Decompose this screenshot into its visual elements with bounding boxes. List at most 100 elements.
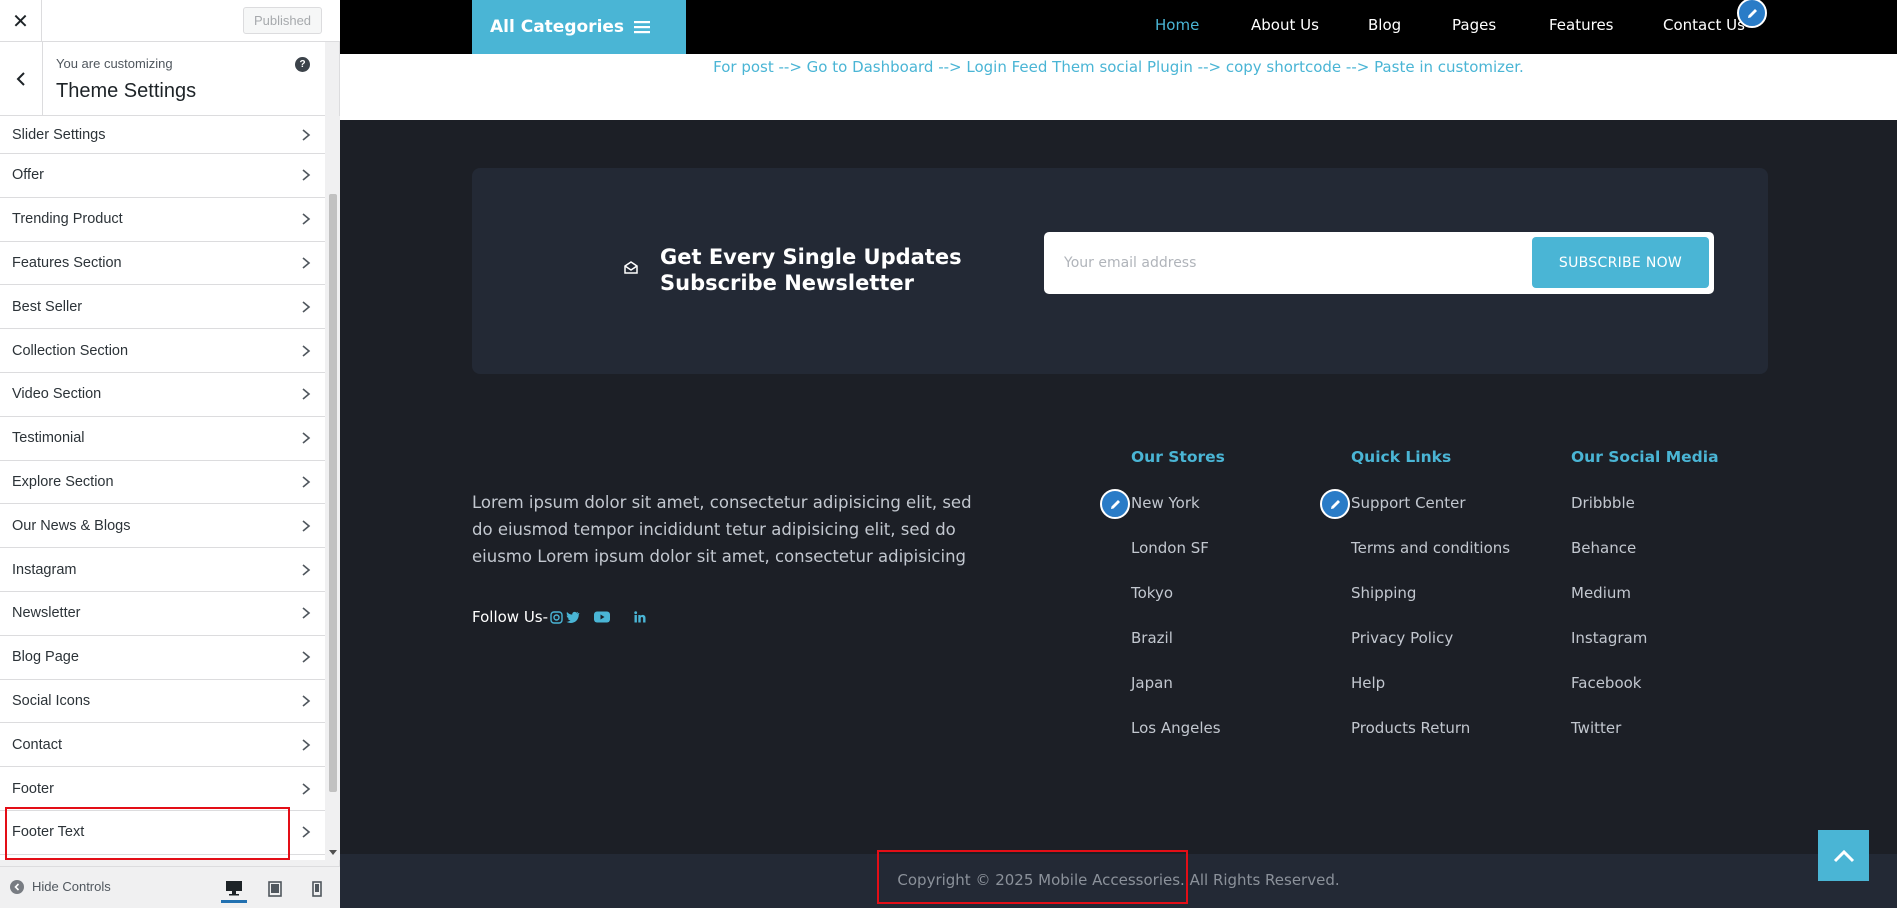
panel-item-label: Best Seller — [12, 298, 83, 315]
newsletter-heading-line2: Subscribe Newsletter — [660, 271, 915, 295]
nav-link-features[interactable]: Features — [1549, 16, 1614, 34]
panel-item-label: Explore Section — [12, 473, 114, 490]
panel-item-instagram[interactable]: Instagram — [0, 548, 325, 592]
panel-item-contact[interactable]: Contact — [0, 723, 325, 768]
section-title: Theme Settings — [56, 80, 197, 102]
panel-item-footer-text[interactable]: Footer Text — [0, 810, 325, 855]
scroll-down-arrow-icon[interactable] — [329, 850, 337, 855]
nav-link-home[interactable]: Home — [1155, 16, 1199, 34]
youtube-icon[interactable] — [594, 611, 611, 623]
panel-item-label: Newsletter — [12, 605, 81, 622]
store-link-los-angeles[interactable]: Los Angeles — [1131, 710, 1225, 755]
desktop-preview-button[interactable] — [221, 875, 247, 903]
customizer-header-bar: ✕ Published — [0, 0, 340, 42]
panel-list: Slider Settings Offer Trending Product F… — [0, 116, 325, 860]
hide-controls-label: Hide Controls — [32, 879, 111, 894]
panel-item-label: Testimonial — [12, 430, 85, 447]
footer-column-social-media: Our Social Media Dribbble Behance Medium… — [1571, 448, 1719, 755]
edit-shortcut-pencil-icon[interactable] — [1320, 489, 1350, 519]
newsletter-form: SUBSCRIBE NOW — [1044, 232, 1714, 294]
panel-item-label: Blog Page — [12, 649, 79, 666]
social-link-instagram[interactable]: Instagram — [1571, 620, 1719, 665]
back-button[interactable] — [0, 42, 43, 116]
panel-item-news-blogs[interactable]: Our News & Blogs — [0, 504, 325, 549]
chevron-right-icon — [302, 520, 311, 532]
panel-item-blog-page[interactable]: Blog Page — [0, 635, 325, 680]
panel-item-label: Footer — [12, 780, 54, 797]
help-icon[interactable]: ? — [295, 57, 310, 72]
social-link-facebook[interactable]: Facebook — [1571, 665, 1719, 710]
panel-item-trending-product[interactable]: Trending Product — [0, 197, 325, 242]
chevron-right-icon — [302, 739, 311, 751]
chevron-right-icon — [302, 301, 311, 313]
store-link-london-sf[interactable]: London SF — [1131, 530, 1225, 575]
envelope-open-icon — [624, 261, 638, 274]
store-link-tokyo[interactable]: Tokyo — [1131, 575, 1225, 620]
hamburger-menu-icon — [634, 21, 651, 34]
store-link-brazil[interactable]: Brazil — [1131, 620, 1225, 665]
copyright-text: Copyright © 2025 Mobile Accessories. All… — [897, 871, 1340, 889]
scrollbar-thumb[interactable] — [329, 194, 337, 792]
panel-item-explore-section[interactable]: Explore Section — [0, 460, 325, 505]
close-customizer-button[interactable]: ✕ — [0, 0, 42, 42]
panel-item-best-seller[interactable]: Best Seller — [0, 285, 325, 330]
tablet-icon — [268, 881, 282, 897]
panel-item-footer[interactable]: Footer — [0, 767, 325, 811]
store-link-japan[interactable]: Japan — [1131, 665, 1225, 710]
panel-item-newsletter[interactable]: Newsletter — [0, 591, 325, 636]
panel-item-testimonial[interactable]: Testimonial — [0, 416, 325, 461]
quick-link-terms[interactable]: Terms and conditions — [1351, 530, 1510, 575]
quick-link-help[interactable]: Help — [1351, 665, 1510, 710]
social-link-twitter[interactable]: Twitter — [1571, 710, 1719, 755]
panel-item-collection-section[interactable]: Collection Section — [0, 329, 325, 373]
chevron-right-icon — [302, 169, 311, 182]
panel-item-social-icons[interactable]: Social Icons — [0, 679, 325, 724]
customizer-footer: Hide Controls — [0, 866, 340, 908]
edit-shortcut-pencil-icon[interactable] — [1737, 0, 1767, 28]
panel-item-label: Collection Section — [12, 342, 129, 359]
all-categories-button[interactable]: All Categories — [472, 0, 686, 54]
social-link-behance[interactable]: Behance — [1571, 530, 1719, 575]
follow-us: Follow Us- — [472, 608, 646, 626]
pencil-icon — [1110, 499, 1120, 509]
chevron-right-icon — [302, 388, 311, 400]
hide-controls-button[interactable]: Hide Controls — [10, 879, 111, 894]
scroll-to-top-button[interactable] — [1818, 830, 1869, 881]
instagram-icon[interactable] — [550, 610, 563, 624]
chevron-right-icon — [302, 213, 311, 225]
chevron-left-icon — [16, 72, 25, 86]
subscribe-now-button[interactable]: SUBSCRIBE NOW — [1532, 237, 1709, 288]
panel-item-features-section[interactable]: Features Section — [0, 241, 325, 286]
panel-item-slider-settings[interactable]: Slider Settings — [0, 116, 325, 154]
desktop-icon — [226, 880, 242, 895]
social-link-medium[interactable]: Medium — [1571, 575, 1719, 620]
quick-link-shipping[interactable]: Shipping — [1351, 575, 1510, 620]
social-link-dribbble[interactable]: Dribbble — [1571, 485, 1719, 530]
copyright-bar: Copyright © 2025 Mobile Accessories. All… — [340, 854, 1897, 908]
quick-link-privacy-policy[interactable]: Privacy Policy — [1351, 620, 1510, 665]
nav-link-contact-us[interactable]: Contact Us — [1663, 16, 1745, 34]
quick-link-support-center[interactable]: Support Center — [1351, 485, 1510, 530]
newsletter-email-input[interactable] — [1064, 232, 1514, 294]
published-button[interactable]: Published — [243, 7, 322, 34]
chevron-right-icon — [302, 651, 311, 663]
quick-link-products-return[interactable]: Products Return — [1351, 710, 1510, 755]
nav-link-pages[interactable]: Pages — [1452, 16, 1496, 34]
panel-item-video-section[interactable]: Video Section — [0, 372, 325, 417]
panel-scrollbar[interactable] — [326, 116, 340, 860]
mobile-preview-button[interactable] — [304, 875, 330, 903]
twitter-icon[interactable] — [566, 611, 580, 623]
footer-column-our-stores: Our Stores New York London SF Tokyo Braz… — [1131, 448, 1225, 755]
store-link-new-york[interactable]: New York — [1131, 485, 1225, 530]
panel-item-label: Features Section — [12, 254, 122, 271]
nav-link-blog[interactable]: Blog — [1368, 16, 1401, 34]
panel-item-offer[interactable]: Offer — [0, 154, 325, 198]
edit-shortcut-pencil-icon[interactable] — [1100, 489, 1130, 519]
panel-item-label: Trending Product — [12, 211, 123, 228]
linkedin-icon[interactable] — [634, 611, 646, 623]
footer-about-text: Lorem ipsum dolor sit amet, consectetur … — [472, 493, 972, 566]
newsletter-section: Get Every Single Updates Subscribe Newsl… — [472, 168, 1768, 374]
chevron-right-icon — [302, 695, 311, 707]
tablet-preview-button[interactable] — [262, 875, 288, 903]
nav-link-about-us[interactable]: About Us — [1251, 16, 1319, 34]
